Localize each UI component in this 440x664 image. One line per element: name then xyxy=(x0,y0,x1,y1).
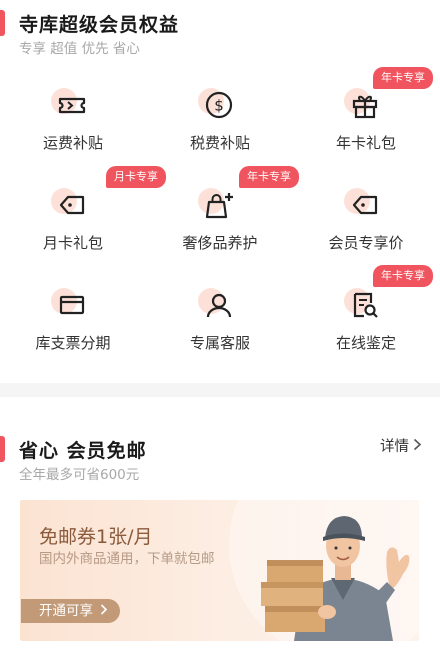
benefit-exclusive-service[interactable]: 专属客服 xyxy=(147,270,293,370)
benefit-monthly-gift[interactable]: 月卡专享 月卡礼包 xyxy=(0,166,166,270)
details-label: 详情 xyxy=(380,439,409,455)
benefit-label: 会员专享价 xyxy=(328,234,404,252)
section-divider xyxy=(0,383,440,397)
svg-text:$: $ xyxy=(214,97,224,115)
benefit-online-authentication[interactable]: 年卡专享 在线鉴定 xyxy=(293,265,439,370)
details-link[interactable]: 详情 xyxy=(380,435,422,456)
annual-card-badge: 年卡专享 xyxy=(373,67,433,89)
benefit-label: 月卡礼包 xyxy=(42,234,103,252)
benefit-label: 税费补贴 xyxy=(189,134,250,152)
benefit-freight-subsidy[interactable]: 运费补贴 xyxy=(0,70,146,170)
chevron-right-icon xyxy=(413,438,422,455)
benefit-label: 库支票分期 xyxy=(35,334,111,352)
activate-button-label: 开通可享 xyxy=(39,603,93,619)
benefit-annual-gift[interactable]: 年卡专享 年卡礼包 xyxy=(293,67,439,170)
shipping-title: 省心 会员免邮 xyxy=(19,440,147,462)
annual-card-badge: 年卡专享 xyxy=(239,166,299,188)
benefit-member-price[interactable]: 会员专享价 xyxy=(293,170,439,270)
banner-title: 免邮券1张/月 xyxy=(39,526,153,548)
chevron-right-icon xyxy=(101,604,108,615)
benefit-label: 在线鉴定 xyxy=(335,334,396,352)
benefit-label: 奢侈品养护 xyxy=(182,234,258,252)
banner-description: 国内外商品通用，下单就包邮 xyxy=(39,551,215,567)
card-icon xyxy=(51,288,95,324)
shipping-subtitle: 全年最多可省600元 xyxy=(19,467,140,483)
activate-button[interactable]: 开通可享 xyxy=(21,599,121,623)
gift-box-icon xyxy=(344,88,388,124)
benefit-cheque-installment[interactable]: 库支票分期 xyxy=(0,270,146,370)
benefit-label: 专属客服 xyxy=(189,334,250,352)
benefit-luxury-care[interactable]: 年卡专享 奢侈品养护 xyxy=(147,166,299,270)
benefit-tax-subsidy[interactable]: $ 税费补贴 xyxy=(147,70,293,170)
user-service-icon xyxy=(198,288,242,324)
section-accent-bar xyxy=(0,10,5,36)
benefit-label: 运费补贴 xyxy=(42,134,103,152)
dollar-circle-icon: $ xyxy=(198,88,242,124)
benefit-label: 年卡礼包 xyxy=(335,134,396,152)
section-accent-bar xyxy=(0,436,5,462)
document-search-icon xyxy=(344,288,388,324)
benefits-title: 寺库超级会员权益 xyxy=(19,14,180,36)
coupon-ticket-icon xyxy=(51,88,95,124)
price-tag-icon xyxy=(51,188,95,224)
free-shipping-banner[interactable]: 免邮券1张/月 国内外商品通用，下单就包邮 开通可享 xyxy=(20,500,419,641)
handbag-care-icon xyxy=(198,188,242,224)
price-tag-icon xyxy=(344,188,388,224)
benefits-subtitle: 专享 超值 优先 省心 xyxy=(19,41,140,57)
annual-card-badge: 年卡专享 xyxy=(373,265,433,287)
courier-illustration xyxy=(261,516,410,641)
